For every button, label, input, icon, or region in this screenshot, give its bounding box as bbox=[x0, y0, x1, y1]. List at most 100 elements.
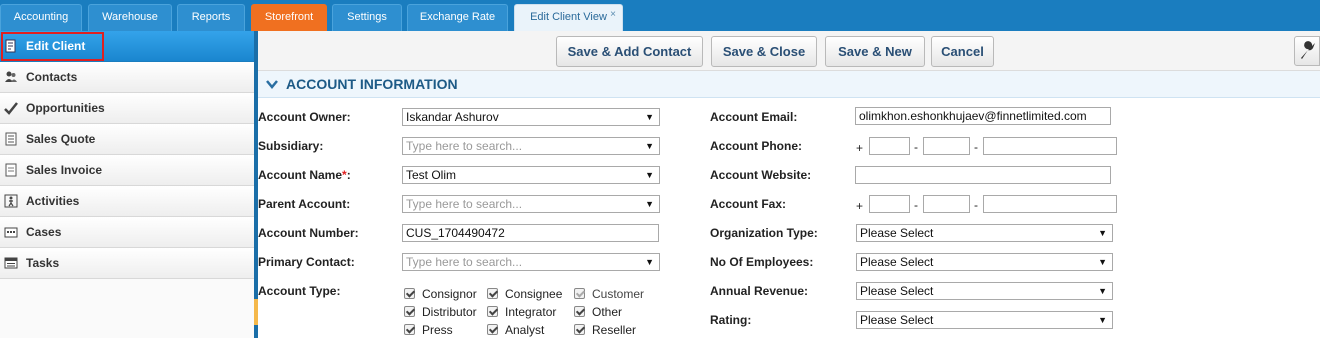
sidebar-item-label: Opportunities bbox=[26, 101, 105, 115]
dropdown-arrow-icon: ▼ bbox=[645, 257, 654, 267]
fax-dash: - bbox=[974, 198, 978, 212]
tab-storefront[interactable]: Storefront bbox=[251, 4, 327, 31]
annual-revenue-value: Please Select bbox=[860, 284, 934, 298]
section-header[interactable]: ACCOUNT INFORMATION bbox=[258, 71, 1320, 98]
annual-revenue-label: Annual Revenue: bbox=[710, 284, 809, 298]
dropdown-arrow-icon: ▼ bbox=[645, 199, 654, 209]
phone-area-code-input[interactable] bbox=[923, 137, 970, 155]
subsidiary-label: Subsidiary: bbox=[258, 139, 324, 153]
account-phone-label: Account Phone: bbox=[710, 139, 802, 153]
cases-icon bbox=[4, 227, 18, 238]
phone-number-input[interactable] bbox=[983, 137, 1117, 155]
account-email-label: Account Email: bbox=[710, 110, 798, 124]
checkbox-box bbox=[574, 324, 585, 335]
checkmark-icon bbox=[4, 102, 18, 115]
label-colon: : bbox=[346, 168, 351, 182]
tab-label: Reports bbox=[191, 11, 231, 23]
account-name-value: Test Olim bbox=[406, 168, 457, 182]
tab-label: Edit Client View bbox=[530, 11, 607, 23]
save-close-button[interactable]: Save & Close bbox=[711, 36, 817, 67]
quote-document-icon bbox=[5, 132, 17, 146]
tab-label: Settings bbox=[347, 11, 387, 23]
save-add-contact-button[interactable]: Save & Add Contact bbox=[556, 36, 703, 67]
phone-country-code-input[interactable] bbox=[869, 137, 910, 155]
checkbox-label: Customer bbox=[592, 287, 645, 301]
sidebar-item-edit-client[interactable]: Edit Client bbox=[0, 31, 254, 62]
tab-reports[interactable]: Reports bbox=[177, 4, 245, 31]
account-email-input[interactable]: olimkhon.eshonkhujaev@finnetlimited.com bbox=[855, 107, 1111, 125]
checkbox-label: Integrator bbox=[505, 305, 557, 319]
phone-dash: - bbox=[974, 140, 978, 154]
checkbox-label: Consignee bbox=[505, 287, 563, 301]
dropdown-arrow-icon: ▼ bbox=[1098, 286, 1107, 296]
splitter-handle[interactable] bbox=[254, 299, 258, 325]
phone-plus-sign: + bbox=[856, 141, 864, 155]
tab-label: Accounting bbox=[13, 11, 69, 23]
chevron-down-icon bbox=[266, 80, 278, 89]
sidebar-item-cases[interactable]: Cases bbox=[0, 217, 254, 248]
checkbox-label: Other bbox=[592, 305, 623, 319]
sidebar-item-label: Sales Quote bbox=[26, 132, 96, 146]
tab-accounting[interactable]: Accounting bbox=[0, 4, 82, 31]
dropdown-arrow-icon: ▼ bbox=[1098, 315, 1107, 325]
organization-type-label: Organization Type: bbox=[710, 226, 818, 240]
organization-type-select[interactable]: Please Select ▼ bbox=[856, 224, 1113, 242]
account-name-label-text: Account Name bbox=[258, 168, 343, 182]
sidebar-item-label: Contacts bbox=[26, 70, 78, 84]
sidebar-item-label: Activities bbox=[26, 194, 80, 208]
checkbox-label: Consignor bbox=[422, 287, 477, 301]
account-name-select[interactable]: Test Olim ▼ bbox=[402, 166, 660, 184]
parent-account-search-input[interactable]: Type here to search... ▼ bbox=[402, 195, 660, 213]
dropdown-arrow-icon: ▼ bbox=[1098, 257, 1107, 267]
fax-plus-sign: + bbox=[856, 199, 864, 213]
tab-label: Exchange Rate bbox=[419, 11, 496, 23]
close-tab-icon[interactable]: × bbox=[610, 2, 616, 27]
sidebar-item-sales-invoice[interactable]: Sales Invoice bbox=[0, 155, 254, 186]
sidebar-item-opportunities[interactable]: Opportunities bbox=[0, 93, 254, 124]
checkbox-box bbox=[487, 288, 498, 299]
account-number-input[interactable]: CUS_1704490472 bbox=[402, 224, 659, 242]
fax-dash: - bbox=[914, 198, 918, 212]
invoice-document-icon bbox=[5, 163, 17, 177]
account-owner-select[interactable]: Iskandar Ashurov ▼ bbox=[402, 108, 660, 126]
fax-country-code-input[interactable] bbox=[869, 195, 910, 213]
account-website-input[interactable] bbox=[855, 166, 1111, 184]
contacts-icon bbox=[5, 71, 17, 82]
fax-area-code-input[interactable] bbox=[923, 195, 970, 213]
sidebar-item-contacts[interactable]: Contacts bbox=[0, 62, 254, 93]
account-owner-label: Account Owner: bbox=[258, 110, 351, 124]
annual-revenue-select[interactable]: Please Select ▼ bbox=[856, 282, 1113, 300]
fax-number-input[interactable] bbox=[983, 195, 1117, 213]
account-number-label: Account Number: bbox=[258, 226, 359, 240]
phone-dash: - bbox=[914, 140, 918, 154]
account-type-label: Account Type: bbox=[258, 284, 341, 298]
sidebar-item-sales-quote[interactable]: Sales Quote bbox=[0, 124, 254, 155]
cancel-button[interactable]: Cancel bbox=[931, 36, 994, 67]
parent-account-label: Parent Account: bbox=[258, 197, 351, 211]
checkbox-label: Reseller bbox=[592, 323, 637, 337]
no-of-employees-select[interactable]: Please Select ▼ bbox=[856, 253, 1113, 271]
rating-select[interactable]: Please Select ▼ bbox=[856, 311, 1113, 329]
tab-warehouse[interactable]: Warehouse bbox=[88, 4, 172, 31]
tab-edit-client-view[interactable]: Edit Client View × bbox=[514, 4, 623, 31]
action-toolbar: Save & Add Contact Save & Close Save & N… bbox=[258, 31, 1320, 71]
subsidiary-search-input[interactable]: Type here to search... ▼ bbox=[402, 137, 660, 155]
sidebar-item-activities[interactable]: Activities bbox=[0, 186, 254, 217]
tab-exchange-rate[interactable]: Exchange Rate bbox=[407, 4, 508, 31]
sidebar-item-tasks[interactable]: Tasks bbox=[0, 248, 254, 279]
organization-type-value: Please Select bbox=[860, 226, 934, 240]
wrench-icon[interactable] bbox=[1294, 36, 1320, 66]
checkbox-box bbox=[574, 306, 585, 317]
sidebar: Edit Client Contacts Opportunities Sales… bbox=[0, 31, 254, 338]
tab-settings[interactable]: Settings bbox=[332, 4, 402, 31]
parent-account-placeholder: Type here to search... bbox=[406, 197, 523, 211]
primary-contact-search-input[interactable]: Type here to search... ▼ bbox=[402, 253, 660, 271]
rating-label: Rating: bbox=[710, 313, 752, 327]
checkbox-box bbox=[574, 288, 585, 299]
checkbox-box bbox=[404, 324, 415, 335]
section-title: ACCOUNT INFORMATION bbox=[286, 76, 458, 92]
dropdown-arrow-icon: ▼ bbox=[1098, 228, 1107, 238]
tasks-icon bbox=[4, 257, 18, 269]
tab-label: Warehouse bbox=[102, 11, 158, 23]
save-new-button[interactable]: Save & New bbox=[825, 36, 925, 67]
